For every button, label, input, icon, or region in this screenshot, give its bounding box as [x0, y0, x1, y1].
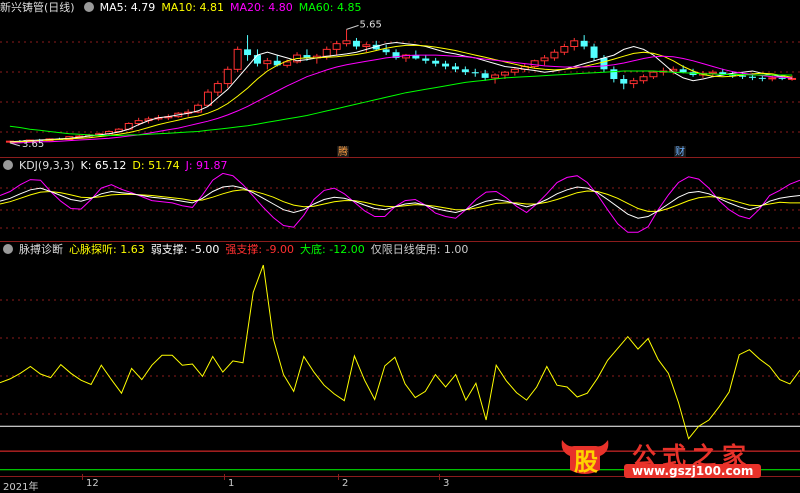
- pulse-value-label: 心脉探听: 1.63: [69, 243, 145, 256]
- watermark-glyph: 股: [574, 448, 598, 476]
- candle-body: [758, 77, 766, 79]
- low-marker-label: 3.65: [22, 139, 44, 150]
- candle-body: [550, 51, 559, 59]
- candle-body: [560, 46, 569, 53]
- candle-body: [362, 44, 371, 48]
- ma5-label: MA5: 4.79: [99, 1, 156, 14]
- daily-only-label: 仅限日线使用: 1.00: [370, 243, 469, 256]
- x-tick-label: 12: [86, 478, 99, 489]
- x-tick-mark: [338, 474, 339, 480]
- candle-body: [471, 72, 479, 74]
- candle-body: [530, 60, 539, 67]
- candle-body: [203, 91, 212, 106]
- ma20-label: MA20: 4.80: [230, 1, 293, 14]
- kdj-line-d: [0, 189, 800, 212]
- x-axis: 2021年 12 1 2 3: [0, 478, 800, 493]
- high-marker-label: 5.65: [360, 19, 382, 30]
- kdj-line-k: [0, 185, 800, 219]
- price-header: 新兴铸管(日线) MA5: 4.79 MA10: 4.81 MA20: 4.80 MA6…: [0, 0, 367, 16]
- candle-body: [768, 77, 777, 80]
- ma10-label: MA10: 4.81: [161, 1, 225, 14]
- pulse-line: [0, 264, 800, 440]
- high-marker-line: [346, 24, 359, 30]
- price-title[interactable]: 新兴铸管(日线): [0, 1, 75, 14]
- candle-body: [510, 68, 519, 73]
- bottom-label: 大底: -12.00: [300, 243, 365, 256]
- price-panel: 新兴铸管(日线) MA5: 4.79 MA10: 4.81 MA20: 4.80 MA6…: [0, 0, 800, 157]
- strong-support-label: 强支撑: -9.00: [225, 243, 295, 256]
- candle-body: [332, 43, 341, 50]
- candle-body: [620, 79, 628, 84]
- candle-body: [629, 80, 638, 85]
- kdj-line-j: [0, 172, 800, 233]
- x-tick-mark: [82, 474, 83, 480]
- candle-body: [322, 48, 331, 57]
- candle-body: [500, 71, 509, 76]
- gear-icon[interactable]: [3, 160, 13, 170]
- kdj-d-label: D: 51.74: [132, 159, 180, 172]
- pulse-header: 脉搏诊断 心脉探听: 1.63 弱支撑: -5.00 强支撑: -9.00 大底: -1…: [0, 242, 474, 258]
- candle-body: [352, 40, 360, 47]
- candle-body: [491, 74, 500, 79]
- candle-body: [342, 40, 351, 45]
- gear-icon[interactable]: [83, 2, 94, 12]
- kdj-j-label: J: 91.87: [185, 159, 228, 172]
- candle-body: [679, 69, 687, 73]
- event-marker-label: 腾: [338, 145, 348, 157]
- gear-icon[interactable]: [3, 244, 13, 254]
- candle-body: [213, 83, 222, 93]
- x-tick-mark: [224, 474, 225, 480]
- candle-body: [580, 40, 588, 47]
- candle-body: [253, 55, 261, 64]
- candle-body: [748, 76, 756, 78]
- candle-body: [263, 60, 272, 65]
- kdj-panel: KDJ(9,3,3) K: 65.12 D: 51.74 J: 91.87: [0, 158, 800, 241]
- ma60-label: MA60: 4.85: [298, 1, 362, 14]
- x-tick-label: 2021年: [3, 482, 39, 493]
- pulse-title[interactable]: 脉搏诊断: [19, 243, 63, 256]
- candle-body: [600, 57, 608, 70]
- candle-body: [778, 77, 786, 79]
- candle-body: [481, 73, 489, 78]
- candle-body: [708, 71, 717, 74]
- watermark-url: www.gszj100.com: [624, 464, 762, 478]
- price-chart[interactable]: 5.65 3.65 腾 财: [0, 0, 800, 157]
- candle-body: [461, 69, 469, 73]
- kdj-header: KDJ(9,3,3) K: 65.12 D: 51.74 J: 91.87: [0, 158, 234, 174]
- candle-body: [223, 68, 232, 85]
- x-tick-label: 2: [342, 478, 349, 489]
- candle-body: [244, 49, 252, 56]
- candle-body: [422, 58, 430, 61]
- x-tick-label: 1: [228, 478, 235, 489]
- candle-body: [382, 49, 390, 53]
- candle-body: [540, 57, 549, 62]
- candle-body: [610, 69, 618, 80]
- candle-body: [570, 40, 579, 48]
- candle-body: [233, 48, 242, 70]
- candle-body: [590, 46, 598, 58]
- kdj-k-label: K: 65.12: [80, 159, 127, 172]
- x-tick-label: 3: [443, 478, 450, 489]
- candle-body: [451, 66, 459, 70]
- x-tick-mark: [439, 474, 440, 480]
- weak-support-label: 弱支撑: -5.00: [150, 243, 220, 256]
- candle-body: [432, 60, 440, 64]
- watermark: 股 公式之家 www.gszj100.com: [558, 436, 788, 480]
- candle-body: [442, 63, 450, 67]
- event-marker-label: 财: [675, 145, 685, 157]
- kdj-title[interactable]: KDJ(9,3,3): [19, 159, 75, 172]
- candle-body: [649, 71, 658, 78]
- candle-body: [639, 76, 648, 82]
- candle-body: [134, 120, 143, 124]
